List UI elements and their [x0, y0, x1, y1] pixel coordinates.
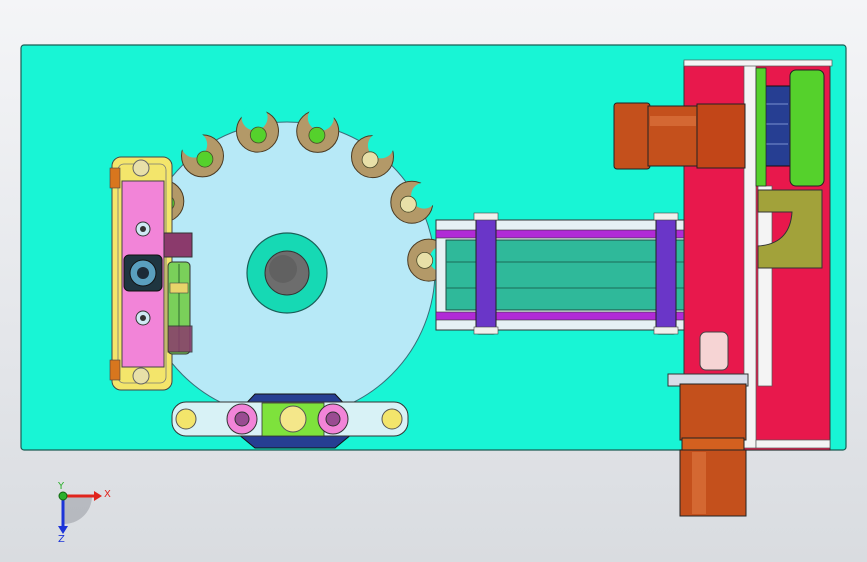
bearing-core — [137, 267, 149, 279]
pink-block-bolt-bottom-inner — [140, 315, 146, 321]
coordinate-triad-icon: X Y Z — [57, 481, 111, 545]
bottle-in-pocket — [308, 126, 326, 144]
bottle-in-pocket — [399, 195, 417, 213]
upper-motor-end — [696, 103, 746, 169]
triad-y-label: Y — [57, 481, 65, 492]
left-rail-orange-bottom — [109, 359, 121, 381]
upper-motor-highlight — [650, 116, 696, 126]
roller-bottle — [279, 405, 307, 433]
drive-shaft-collar — [169, 282, 189, 294]
drive-link-block — [163, 232, 193, 258]
triad-y-dot — [58, 491, 68, 501]
conveyor-clamp-right — [655, 215, 677, 335]
lower-motor-end — [679, 449, 747, 517]
frame-white-lower — [757, 185, 773, 387]
roller-end-cap-right — [381, 408, 403, 430]
pocket-cutout — [307, 104, 334, 131]
left-rail-orange-top — [109, 167, 121, 189]
roller-left-wheel-inner — [234, 411, 250, 427]
pink-block-bolt-top-inner — [140, 226, 146, 232]
roller-right-wheel-inner — [325, 411, 341, 427]
frame-bottom-cap — [755, 439, 831, 449]
frame-top-cap — [683, 59, 833, 67]
upper-motor-flange — [613, 102, 651, 170]
rail-bottle-top — [132, 159, 150, 177]
bottle-in-pocket — [361, 151, 379, 169]
bottle-in-pocket — [416, 251, 434, 269]
clamp-left-cap-top — [473, 212, 499, 221]
clamp-right-cap-bottom — [653, 326, 679, 335]
clamp-right-cap-top — [653, 212, 679, 221]
lower-motor-body — [679, 383, 747, 441]
lower-motor-collar — [681, 437, 745, 451]
drive-link-bottom — [167, 325, 193, 353]
green-coupler — [789, 69, 825, 187]
triad-x-arrow — [94, 491, 102, 501]
roller-end-cap-left — [175, 408, 197, 430]
green-coupler-left — [755, 67, 767, 187]
triad-z-arrow — [58, 526, 68, 534]
bottle-in-pocket — [249, 126, 267, 144]
dial-center-hole-shade — [269, 255, 297, 283]
conveyor-clamp-left — [475, 215, 497, 335]
rail-bottle-bottom — [132, 367, 150, 385]
clamp-left-cap-bottom — [473, 326, 499, 335]
bottle-in-pocket — [196, 150, 214, 168]
lower-motor-shine — [692, 452, 706, 514]
lower-motor-coupler — [699, 331, 729, 371]
triad-shadow — [63, 496, 93, 525]
triad-x-label: X — [104, 489, 111, 500]
pocket-cutout — [241, 104, 268, 131]
cad-viewport[interactable]: X Y Z — [0, 0, 867, 562]
upper-motor-body — [647, 105, 699, 167]
triad-z-label: Z — [58, 534, 65, 545]
